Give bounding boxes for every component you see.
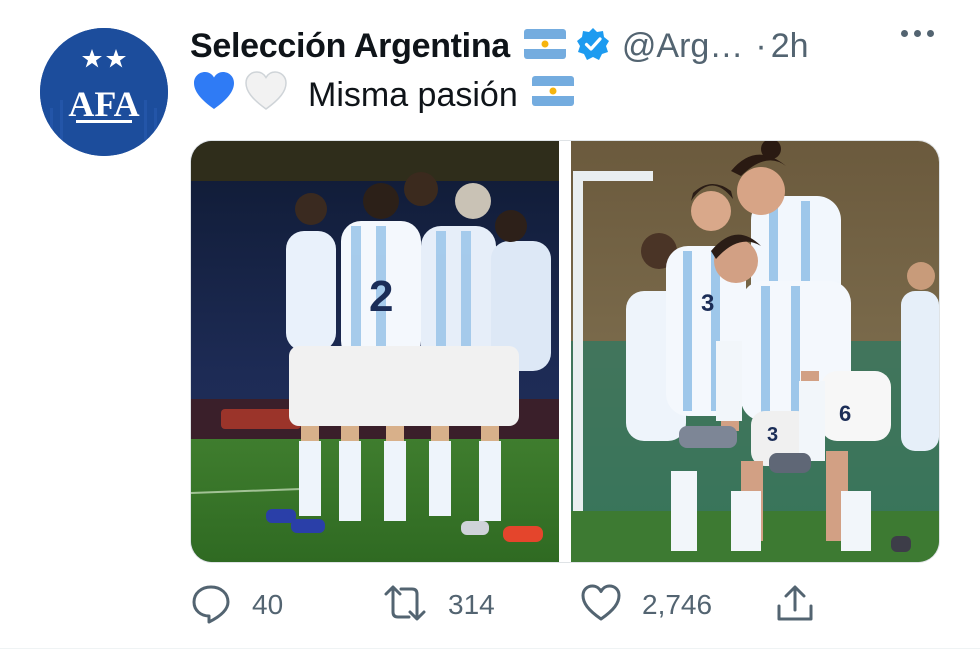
like-count: 2,746 bbox=[642, 589, 713, 620]
svg-text:3: 3 bbox=[701, 290, 714, 317]
afa-logo: AFA bbox=[40, 28, 168, 156]
photo-mens-team[interactable]: 2 bbox=[191, 141, 559, 562]
tweet-header: Selección Argentina @Arg… · 2h bbox=[190, 22, 960, 70]
reply-count: 40 bbox=[252, 589, 284, 620]
svg-text:3: 3 bbox=[767, 424, 778, 446]
tweet-text: Misma pasión bbox=[192, 70, 574, 120]
tweet-divider bbox=[0, 648, 980, 649]
tweet-time[interactable]: 2h bbox=[771, 27, 809, 66]
avatar-text: AFA bbox=[68, 84, 139, 124]
reply-button[interactable]: 40 bbox=[190, 578, 283, 632]
media-divider bbox=[559, 141, 571, 562]
avatar[interactable]: AFA bbox=[40, 28, 168, 156]
tweet-body-text: Misma pasión bbox=[308, 75, 518, 114]
white-heart-icon bbox=[244, 70, 288, 120]
tweet-actions: 40 314 2,746 bbox=[190, 578, 830, 632]
heart-icon bbox=[580, 583, 622, 628]
svg-text:2: 2 bbox=[369, 272, 393, 321]
retweet-icon bbox=[382, 582, 428, 629]
separator-dot: · bbox=[755, 26, 767, 65]
author-name[interactable]: Selección Argentina bbox=[190, 27, 510, 66]
argentina-flag-icon bbox=[531, 75, 574, 115]
photo-womens-team[interactable]: 3 6 3 bbox=[571, 141, 939, 562]
share-icon bbox=[774, 582, 816, 629]
more-options-icon[interactable] bbox=[901, 30, 934, 37]
like-button[interactable]: 2,746 bbox=[580, 578, 712, 632]
reply-icon bbox=[190, 582, 232, 629]
author-handle[interactable]: @Arg… bbox=[622, 27, 743, 66]
share-button[interactable] bbox=[774, 578, 816, 632]
svg-text:6: 6 bbox=[839, 401, 851, 426]
blue-heart-icon bbox=[192, 71, 236, 120]
tweet-media: 2 3 6 3 bbox=[190, 140, 940, 563]
verified-badge-icon bbox=[576, 27, 610, 66]
retweet-button[interactable]: 314 bbox=[382, 578, 495, 632]
argentina-flag-icon bbox=[523, 28, 566, 64]
retweet-count: 314 bbox=[448, 589, 495, 620]
